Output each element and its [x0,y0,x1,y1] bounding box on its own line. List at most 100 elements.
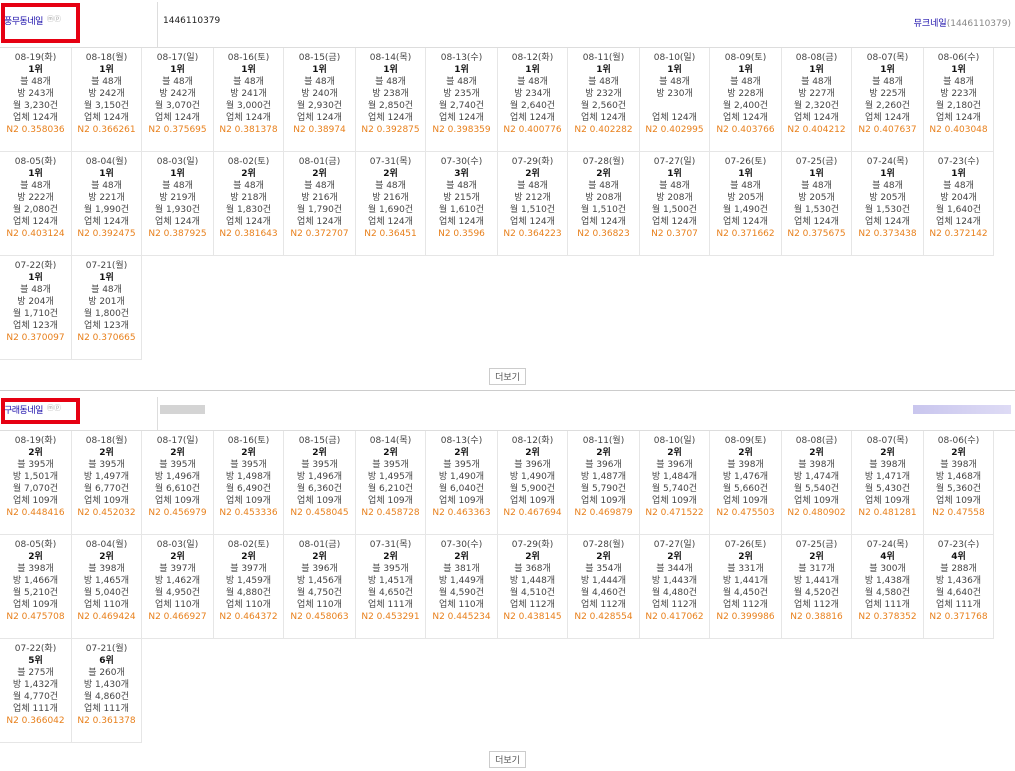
visit-count: 방 1,444개 [580,576,627,586]
day-date: 08-06(수) [937,53,980,63]
monthly-count: 월 1,610건 [438,205,485,215]
place-name-link[interactable]: 풍무동네일 [4,14,43,27]
monthly-count [640,100,709,112]
n2-score: N2 0.372142 [929,229,988,239]
visit-count: 방 205개 [798,193,835,203]
day-date: 07-25(금) [795,157,838,167]
n2-score: N2 0.361378 [77,716,136,726]
visit-count: 방 242개 [159,89,196,99]
business-count: 업체 123개 [84,321,129,331]
blog-count: 블 48개 [943,181,974,191]
day-cell: 08-01(금) 2위 블 48개 방 216개 월 1,790건 업체 124개 N2 0… [284,152,356,256]
day-rank: 1위 [241,65,256,75]
day-rank: 2위 [28,552,43,562]
blog-count: 블 48개 [872,181,903,191]
grid-row: 08-19(화) 1위 블 48개 방 243개 월 3,230건 업체 124개 N2 0… [0,48,1015,152]
visit-count: 방 1,465개 [83,576,130,586]
place-name-link[interactable]: 구래동네일 [4,403,43,416]
monthly-count: 월 2,560건 [580,101,627,111]
place-header: 풍무동네일 ⓜⓟ 1446110379 뮤크네일(1446110379) [0,0,1015,48]
day-rank: 2위 [667,552,682,562]
day-date: 08-09(토) [724,53,767,63]
day-date: 08-15(금) [298,436,341,446]
business-count: 업체 124개 [794,113,839,123]
business-count: 업체 124개 [226,217,271,227]
day-rank: 1위 [99,65,114,75]
place-header: 구래동네일 ⓜⓟ [0,395,1015,431]
visit-count: 방 1,466개 [12,576,59,586]
day-rank: 1위 [596,65,611,75]
day-date: 07-26(토) [724,157,767,167]
n2-score: N2 0.453336 [219,508,278,518]
business-count: 업체 112개 [723,600,768,610]
n2-score: N2 0.399986 [716,612,775,622]
business-count: 업체 112개 [652,600,697,610]
visit-count: 방 1,448개 [509,576,556,586]
day-cell: 08-12(화) 2위 블 396개 방 1,490개 월 5,900건 업체 109개 N… [498,431,568,535]
day-rank: 2위 [809,448,824,458]
day-date: 08-19(화) [14,53,57,63]
monthly-count: 월 1,790건 [296,205,343,215]
visit-count: 방 241개 [230,89,267,99]
business-count: 업체 109개 [936,496,981,506]
business-count: 업체 124개 [155,217,200,227]
day-cell: 07-21(월) 6위 블 260개 방 1,430개 월 4,860건 업체 111개 N… [72,639,142,743]
day-cell: 08-08(금) 2위 블 398개 방 1,474개 월 5,540건 업체 109개 N… [782,431,852,535]
day-cell: 08-10(일) 2위 블 396개 방 1,484개 월 5,740건 업체 109개 N… [640,431,710,535]
blog-count: 블 48개 [730,77,761,87]
business-count: 업체 111개 [368,600,413,610]
day-cell: 07-29(화) 2위 블 48개 방 212개 월 1,510건 업체 124개 N2 0… [498,152,568,256]
blog-count: 블 396개 [656,460,693,470]
n2-score: N2 0.381643 [219,229,278,239]
day-rank: 1위 [99,273,114,283]
day-date: 08-19(화) [14,436,57,446]
blog-count: 블 48개 [304,77,335,87]
n2-score: N2 0.3707 [651,229,698,239]
n2-score: N2 0.3596 [438,229,485,239]
n2-score: N2 0.456979 [148,508,207,518]
n2-score: N2 0.370097 [6,333,65,343]
business-count: 업체 109개 [84,496,129,506]
day-rank: 2위 [525,169,540,179]
business-count: 업체 109개 [723,496,768,506]
day-rank: 1위 [312,65,327,75]
day-date: 08-02(토) [227,540,270,550]
day-date: 08-08(금) [795,53,838,63]
day-date: 08-05(화) [14,540,57,550]
day-date: 07-31(목) [369,540,412,550]
monthly-count: 월 1,690건 [367,205,414,215]
daily-grid: 08-19(화) 2위 블 395개 방 1,501개 월 7,070건 업체 109개 N… [0,431,1015,743]
n2-score: N2 0.452032 [77,508,136,518]
more-button[interactable]: 더보기 [489,368,526,385]
n2-score: N2 0.438145 [503,612,562,622]
day-date: 08-14(목) [369,436,412,446]
day-rank: 2위 [951,448,966,458]
day-rank: 2위 [99,448,114,458]
business-count: 업체 109개 [226,496,271,506]
blog-count: 블 48개 [304,181,335,191]
blog-count: 블 331개 [727,564,764,574]
monthly-count: 월 3,150건 [83,101,130,111]
blog-count: 블 396개 [514,460,551,470]
business-count: 업체 124개 [226,113,271,123]
day-cell: 07-30(수) 3위 블 48개 방 215개 월 1,610건 업체 124개 N2 0… [426,152,498,256]
n2-score: N2 0.458045 [290,508,349,518]
visit-count: 방 230개 [656,89,693,99]
day-date: 08-05(화) [14,157,57,167]
day-cell: 08-04(월) 2위 블 398개 방 1,465개 월 5,040건 업체 110개 N… [72,535,142,639]
n2-score: N2 0.371768 [929,612,988,622]
day-date: 08-16(토) [227,436,270,446]
blog-count: 블 398개 [940,460,977,470]
more-button[interactable]: 더보기 [489,751,526,768]
day-rank: 1위 [880,65,895,75]
competitor-link[interactable]: 뮤크네일(1446110379) [914,16,1011,29]
day-date: 08-12(화) [511,53,554,63]
business-count: 업체 110개 [84,600,129,610]
visit-count: 방 201개 [88,297,125,307]
business-count: 업체 112개 [510,600,555,610]
business-count: 업체 109개 [13,496,58,506]
business-count: 업체 124개 [510,217,555,227]
day-rank: 2위 [738,448,753,458]
day-rank: 1위 [880,169,895,179]
grid-row: 07-22(화) 5위 블 275개 방 1,432개 월 4,770건 업체 111개 N… [0,639,1015,743]
